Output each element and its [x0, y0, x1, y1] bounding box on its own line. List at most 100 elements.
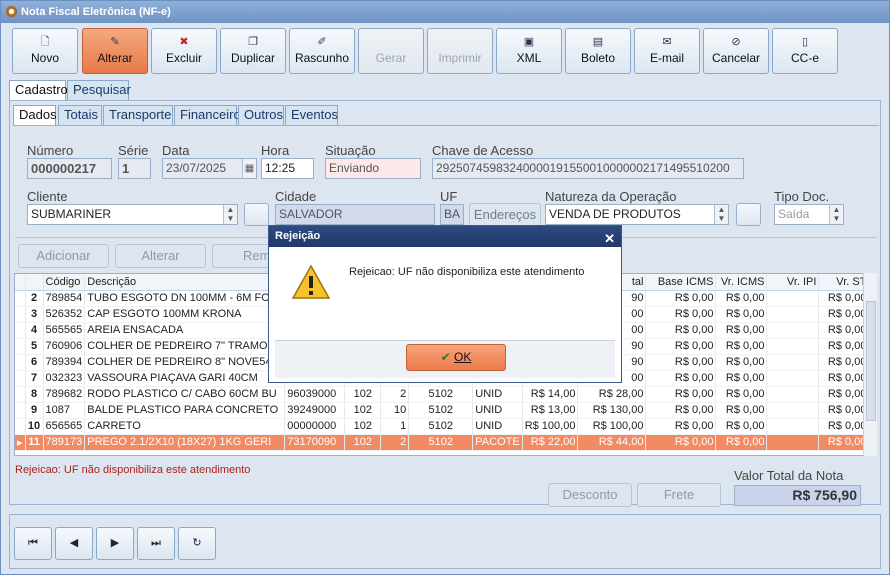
tab-dados[interactable]: Dados	[13, 105, 57, 126]
duplicate-icon: ❐	[248, 36, 258, 48]
imprimir-button[interactable]: Imprimir	[427, 28, 493, 74]
cell-u: UNID	[472, 418, 523, 435]
refresh-button[interactable]: ↻	[178, 527, 216, 560]
tipo-select[interactable]: Saída ▲ ▼	[774, 204, 844, 225]
natureza-lookup-button[interactable]	[736, 203, 761, 226]
numero-field[interactable]: 000000217	[27, 158, 112, 179]
cell-ncm: 00000000	[284, 418, 346, 435]
tab-eventos[interactable]: Eventos	[285, 105, 338, 125]
col-descricao[interactable]: Descrição	[84, 274, 286, 291]
row-indicator-icon: ▸	[15, 434, 26, 451]
cell-vst: R$ 0,00	[818, 322, 870, 339]
scroll-thumb[interactable]	[866, 301, 876, 421]
cliente-lookup-button[interactable]	[244, 203, 269, 226]
calendar-icon[interactable]: ▦	[242, 159, 256, 178]
table-row[interactable]: 9 1087 BALDE PLASTICO PARA CONCRETO 3924900…	[15, 402, 870, 419]
col-codigo[interactable]: Código	[43, 274, 86, 291]
cell-bicms: R$ 0,00	[645, 370, 717, 387]
last-record-button[interactable]: ⏭	[137, 527, 175, 560]
remover-item-button[interactable]: Rem	[212, 244, 270, 268]
col-base-icms[interactable]: Base ICMS	[645, 274, 717, 291]
alterar-item-button[interactable]: Alterar	[115, 244, 206, 268]
frete-button[interactable]: Frete	[637, 483, 721, 507]
table-row[interactable]: ▸ 11 789173 PREGO 2.1/2X10 (18X27) 1KG GERI…	[15, 434, 870, 451]
table-row[interactable]: 8 789682 RODO PLASTICO C/ CABO 60CM BU 9603…	[15, 386, 870, 403]
cell-cod: 565565	[43, 322, 86, 339]
col-vr-st[interactable]: Vr. ST	[818, 274, 870, 291]
cell-vipi	[766, 322, 820, 339]
email-button[interactable]: ✉ E-mail	[634, 28, 700, 74]
cell-vicms: R$ 0,00	[715, 418, 768, 435]
adicionar-item-button[interactable]: Adicionar	[18, 244, 109, 268]
tab-totais[interactable]: Totais	[58, 105, 102, 125]
grid-scrollbar[interactable]	[863, 273, 877, 456]
cell-vicms: R$ 0,00	[715, 402, 768, 419]
cell-bicms: R$ 0,00	[645, 322, 717, 339]
new-document-icon: 🗋	[40, 36, 50, 48]
first-record-button[interactable]: ⏮	[14, 527, 52, 560]
record-navigation: ⏮ ◀ ▶ ⏭ ↻	[9, 514, 881, 569]
rascunho-button[interactable]: ✐ Rascunho	[289, 28, 355, 74]
desconto-button[interactable]: Desconto	[548, 483, 632, 507]
cell-q: 10	[380, 402, 410, 419]
cell-bicms: R$ 0,00	[645, 402, 717, 419]
dialog-title-bar: Rejeição ✕	[269, 226, 621, 247]
xml-button[interactable]: ▣ XML	[496, 28, 562, 74]
title-bar: Nota Fiscal Eletrônica (NF-e)	[1, 1, 889, 23]
table-row[interactable]: 10 656565 CARRETO 00000000 102 1 5102 UNID R$ 10…	[15, 418, 870, 435]
cell-n: 3	[25, 306, 44, 323]
situacao-field: Enviando	[325, 158, 421, 179]
dialog-body: Rejeicao: UF não disponibiliza este aten…	[275, 250, 615, 340]
dialog-title: Rejeição	[275, 230, 321, 242]
tab-outros[interactable]: Outros	[238, 105, 284, 125]
cell-desc: COLHER DE PEDREIRO 7" TRAMONT	[84, 338, 286, 355]
cell-vipi	[766, 354, 820, 371]
cell-vst: R$ 0,00	[818, 338, 870, 355]
serie-field[interactable]: 1	[118, 158, 151, 179]
cell-cst: 102	[344, 386, 382, 403]
window-title: Nota Fiscal Eletrônica (NF-e)	[21, 6, 171, 18]
natureza-select[interactable]: VENDA DE PRODUTOS ▲ ▼	[545, 204, 729, 225]
spin-arrows-icon[interactable]: ▲ ▼	[223, 205, 237, 224]
spin-arrows-icon[interactable]: ▲ ▼	[714, 205, 728, 224]
cell-vipi	[766, 338, 820, 355]
hora-field[interactable]: 12:25	[261, 158, 314, 179]
data-field[interactable]: 23/07/2025 ▦	[162, 158, 257, 179]
situacao-label: Situação	[325, 143, 376, 158]
cell-ncm: 39249000	[284, 402, 346, 419]
first-icon: ⏮	[28, 537, 38, 549]
boleto-button[interactable]: ▤ Boleto	[565, 28, 631, 74]
close-icon[interactable]: ✕	[604, 228, 615, 249]
col-vr-ipi[interactable]: Vr. IPI	[766, 274, 820, 291]
prev-record-button[interactable]: ◀	[55, 527, 93, 560]
tab-cadastro[interactable]: Cadastro	[9, 80, 68, 101]
cell-n: 6	[25, 354, 44, 371]
cell-desc: BALDE PLASTICO PARA CONCRETO	[84, 402, 286, 419]
cell-u: PACOTE	[472, 434, 523, 451]
cell-vicms: R$ 0,00	[715, 322, 768, 339]
cell-vicms: R$ 0,00	[715, 338, 768, 355]
cliente-select[interactable]: SUBMARINER ▲ ▼	[27, 204, 238, 225]
duplicar-button[interactable]: ❐ Duplicar	[220, 28, 286, 74]
next-record-button[interactable]: ▶	[96, 527, 134, 560]
tab-transporte[interactable]: Transporte	[103, 105, 173, 125]
tab-financeiro[interactable]: Financeiro	[174, 105, 241, 125]
delete-icon: ✖	[179, 36, 189, 48]
cell-cod: 032323	[43, 370, 86, 387]
excluir-button[interactable]: ✖ Excluir	[151, 28, 217, 74]
tab-pesquisar[interactable]: Pesquisar	[67, 80, 131, 100]
col-vr-icms[interactable]: Vr. ICMS	[715, 274, 768, 291]
alterar-button[interactable]: ✎ Alterar	[82, 28, 148, 74]
chave-field[interactable]: 2925074598324000019155001000000217149551…	[432, 158, 744, 179]
cell-vst: R$ 0,00	[818, 386, 870, 403]
spin-arrows-icon[interactable]: ▲ ▼	[829, 205, 843, 224]
gerar-button[interactable]: Gerar	[358, 28, 424, 74]
enderecos-button[interactable]: Endereços	[469, 203, 541, 227]
cce-button[interactable]: ▯ CC-e	[772, 28, 838, 74]
cancelar-button[interactable]: ⊘ Cancelar	[703, 28, 769, 74]
ok-button[interactable]: ✔ OK	[406, 344, 506, 371]
cell-desc: COLHER DE PEDREIRO 8" NOVE54	[84, 354, 286, 371]
warning-icon	[291, 264, 331, 299]
novo-button[interactable]: 🗋 Novo	[12, 28, 78, 74]
cell-desc: RODO PLASTICO C/ CABO 60CM BU	[84, 386, 286, 403]
